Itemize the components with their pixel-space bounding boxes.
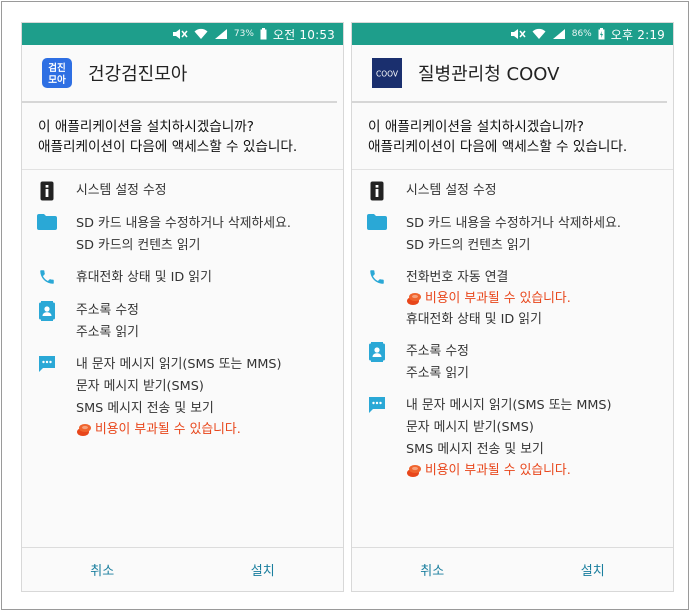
app-header: COOV 질병관리청 COOV [352,45,667,103]
phone-screen-right: 86% 오후 2:19 COOV 질병관리청 COOV 이 애플리케이션을 설치… [351,22,674,592]
phone-screen-left: 73% 오전 10:53 검진 모아 건강검진모아 이 애플리케이션을 설치하시… [21,22,344,592]
perm-phone: 전화번호 자동 연결 비용이 부과될 수 있습니다. 휴대전화 상태 및 ID … [352,267,673,331]
question-line-2: 애플리케이션이 다음에 액세스할 수 있습니다. [38,139,298,155]
app-icon: 검진 모아 [42,58,72,88]
permission-list: 시스템 설정 수정 SD 카드 내용을 수정하거나 삭제하세요. SD 카드의 … [22,170,343,440]
perm-line: 휴대전화 상태 및 ID 읽기 [406,312,542,327]
perm-line: SD 카드의 컨텐츠 읽기 [76,238,201,253]
perm-contacts: 주소록 수정 주소록 읽기 [22,300,343,344]
message-icon [36,355,58,377]
app-header: 검진 모아 건강검진모아 [22,45,337,103]
perm-storage: SD 카드 내용을 수정하거나 삭제하세요. SD 카드의 컨텐츠 읽기 [352,213,673,257]
perm-storage: SD 카드 내용을 수정하거나 삭제하세요. SD 카드의 컨텐츠 읽기 [22,213,343,257]
perm-line: 내 문자 메시지 읽기(SMS 또는 MMS) [406,398,612,413]
install-question: 이 애플리케이션을 설치하시겠습니까? 애플리케이션이 다음에 액세스할 수 있… [22,103,343,170]
perm-messages: 내 문자 메시지 읽기(SMS 또는 MMS) 문자 메시지 받기(SMS) S… [22,354,343,440]
coin-icon [406,464,422,478]
wifi-icon [532,28,546,40]
perm-line: 주소록 수정 [406,344,469,359]
cost-warning: 비용이 부과될 수 있습니다. [406,461,612,481]
app-icon-text-bottom: 모아 [48,74,66,86]
signal-icon [214,28,228,40]
install-question: 이 애플리케이션을 설치하시겠습니까? 애플리케이션이 다음에 액세스할 수 있… [352,103,673,170]
warning-text: 비용이 부과될 수 있습니다. [95,422,241,437]
cost-warning: 비용이 부과될 수 있습니다. [76,420,282,440]
folder-icon [366,214,388,236]
battery-icon [260,28,267,40]
perm-line: SD 카드 내용을 수정하거나 삭제하세요. [76,216,291,231]
mute-icon [510,28,526,40]
folder-icon [36,214,58,236]
status-bar: 86% 오후 2:19 [352,23,673,45]
cost-warning: 비용이 부과될 수 있습니다. [406,289,571,309]
phone-icon [366,268,388,290]
clock: 오전 10:53 [272,27,335,42]
perm-line: 내 문자 메시지 읽기(SMS 또는 MMS) [76,357,282,372]
warning-text: 비용이 부과될 수 있습니다. [425,463,571,478]
perm-contacts: 주소록 수정 주소록 읽기 [352,341,673,385]
permission-list: 시스템 설정 수정 SD 카드 내용을 수정하거나 삭제하세요. SD 카드의 … [352,170,673,481]
app-name: 질병관리청 COOV [418,64,560,85]
coin-icon [406,292,422,306]
perm-line: 전화번호 자동 연결 [406,270,509,285]
action-bar: 취소 설치 [22,547,343,591]
perm-line: SD 카드의 컨텐츠 읽기 [406,238,531,253]
message-icon [366,396,388,418]
perm-line: 시스템 설정 수정 [76,183,167,198]
perm-system-settings: 시스템 설정 수정 [22,180,343,203]
perm-line: 문자 메시지 받기(SMS) [76,379,204,394]
perm-line: 주소록 읽기 [406,366,469,381]
app-icon-text-top: 검진 [48,62,65,74]
perm-phone: 휴대전화 상태 및 ID 읽기 [22,267,343,290]
contacts-icon [36,301,58,323]
signal-icon [552,28,566,40]
install-button[interactable]: 설치 [183,548,344,591]
question-line-1: 이 애플리케이션을 설치하시겠습니까? [368,119,584,135]
app-icon: COOV [372,58,402,88]
question-line-2: 애플리케이션이 다음에 액세스할 수 있습니다. [368,139,628,155]
wifi-icon [194,28,208,40]
battery-percent: 86% [571,29,592,39]
phone-icon [36,268,58,290]
app-name: 건강검진모아 [88,64,188,85]
mute-icon [172,28,188,40]
contacts-icon [366,342,388,364]
perm-line: 문자 메시지 받기(SMS) [406,420,534,435]
status-bar: 73% 오전 10:53 [22,23,343,45]
install-button[interactable]: 설치 [513,548,674,591]
perm-system-settings: 시스템 설정 수정 [352,180,673,203]
battery-percent: 73% [233,29,254,39]
system-settings-icon [366,181,388,203]
cancel-button[interactable]: 취소 [352,548,513,591]
cancel-button[interactable]: 취소 [22,548,183,591]
perm-line: 주소록 읽기 [76,325,139,340]
warning-text: 비용이 부과될 수 있습니다. [425,291,571,306]
perm-messages: 내 문자 메시지 읽기(SMS 또는 MMS) 문자 메시지 받기(SMS) S… [352,395,673,481]
app-icon-text: COOV [376,70,399,79]
perm-line: SD 카드 내용을 수정하거나 삭제하세요. [406,216,621,231]
coin-icon [76,423,92,437]
system-settings-icon [36,181,58,203]
action-bar: 취소 설치 [352,547,673,591]
clock: 오후 2:19 [610,27,665,42]
perm-line: SMS 메시지 전송 및 보기 [406,442,544,457]
question-line-1: 이 애플리케이션을 설치하시겠습니까? [38,119,254,135]
perm-line: 시스템 설정 수정 [406,183,497,198]
comparison-frame: 73% 오전 10:53 검진 모아 건강검진모아 이 애플리케이션을 설치하시… [1,1,689,610]
perm-line: 휴대전화 상태 및 ID 읽기 [76,270,212,285]
battery-charging-icon [598,28,605,40]
perm-line: SMS 메시지 전송 및 보기 [76,401,214,416]
perm-line: 주소록 수정 [76,303,139,318]
